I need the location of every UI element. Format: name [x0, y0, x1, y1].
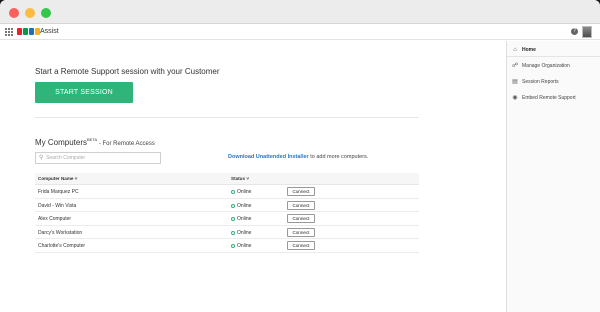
status-text: Online — [237, 243, 252, 249]
my-computers-title: My ComputersBETA - For Remote Access — [35, 137, 155, 147]
status-text: Online — [237, 229, 252, 236]
table-row: Alex Computer Online Connect — [35, 212, 419, 226]
status-indicator: Online — [231, 189, 251, 195]
connect-button[interactable]: Connect — [287, 241, 315, 250]
sidebar-item-manage-organization[interactable]: ☍ Manage Organization — [512, 60, 570, 72]
app-title: Assist — [40, 28, 59, 35]
connect-button[interactable]: Connect — [287, 214, 315, 223]
my-computers-label: My Computers — [35, 138, 88, 147]
sidebar-item-label: Embed Remote Support — [522, 95, 576, 101]
sidebar-item-home[interactable]: ⌂ Home — [512, 44, 536, 56]
table-row: Darcy's Workstation Online Connect — [35, 226, 419, 239]
online-icon — [231, 230, 235, 235]
reports-icon: ▤ — [512, 79, 518, 85]
computer-name: Frida Marquez PC — [38, 189, 79, 195]
minimize-window-button[interactable] — [25, 8, 35, 18]
table-header: Computer Name ˅ Status ˅ — [35, 173, 419, 185]
home-icon: ⌂ — [513, 47, 517, 53]
status-text: Online — [237, 189, 252, 195]
sidebar-item-embed-remote-support[interactable]: ◉ Embed Remote Support — [512, 92, 576, 104]
sidebar: ⌂ Home ☍ Manage Organization ▤ Session R… — [506, 41, 600, 312]
online-icon — [231, 203, 235, 208]
window-titlebar — [0, 0, 600, 24]
close-window-button[interactable] — [9, 8, 19, 18]
status-indicator: Online — [231, 203, 251, 209]
beta-badge: BETA — [87, 137, 98, 142]
search-computer-input[interactable]: ⚲ Search Computer — [35, 152, 161, 164]
connect-button[interactable]: Connect — [287, 200, 315, 210]
connect-button[interactable]: Connect — [287, 227, 315, 237]
table-row: Frida Marquez PC Online Connect — [35, 185, 419, 199]
status-indicator: Online — [231, 230, 251, 236]
computer-name: David - Win Vista — [38, 202, 77, 209]
online-icon — [231, 244, 235, 248]
computer-name: Darcy's Workstation — [38, 229, 83, 236]
search-placeholder: Search Computer — [46, 155, 86, 161]
remote-support-title: Start a Remote Support session with your… — [35, 67, 220, 76]
computer-name: Charlotte's Computer — [38, 243, 86, 249]
maximize-window-button[interactable] — [41, 8, 51, 18]
sidebar-item-session-reports[interactable]: ▤ Session Reports — [512, 76, 559, 88]
main-content: Start a Remote Support session with your… — [0, 41, 506, 312]
status-text: Online — [237, 202, 252, 209]
app-header: Assist ? — [0, 24, 600, 40]
online-icon — [231, 190, 235, 194]
embed-icon: ◉ — [512, 95, 518, 101]
download-installer-text: Download Unattended Installer to add mor… — [228, 154, 368, 160]
status-text: Online — [237, 216, 252, 222]
section-divider — [35, 117, 419, 118]
computers-table: Computer Name ˅ Status ˅ Frida Marquez P… — [35, 173, 419, 253]
user-avatar[interactable] — [582, 26, 592, 38]
app-grid-icon[interactable] — [5, 28, 13, 36]
status-indicator: Online — [231, 243, 251, 249]
download-installer-link[interactable]: Download Unattended Installer — [228, 154, 309, 160]
computer-name-header[interactable]: Computer Name ˅ — [38, 176, 77, 181]
computer-name: Alex Computer — [38, 216, 72, 222]
table-row: Charlotte's Computer Online Connect — [35, 239, 419, 253]
my-computers-subtitle: - For Remote Access — [97, 141, 155, 147]
zoho-logo — [17, 27, 40, 37]
start-session-button[interactable]: START SESSION — [35, 82, 133, 103]
app-window: Assist ? Start a Remote Support session … — [0, 0, 600, 312]
sidebar-item-label: Manage Organization — [522, 63, 570, 69]
organization-icon: ☍ — [512, 63, 519, 69]
sidebar-item-label: Session Reports — [522, 79, 559, 85]
search-icon: ⚲ — [39, 155, 44, 161]
download-suffix: to add more computers. — [308, 154, 369, 160]
online-icon — [231, 217, 235, 221]
sidebar-divider — [507, 56, 600, 57]
table-row: David - Win Vista Online Connect — [35, 199, 419, 212]
status-indicator: Online — [231, 216, 251, 222]
sidebar-item-label: Home — [522, 47, 536, 53]
status-header[interactable]: Status ˅ — [231, 176, 249, 181]
help-icon[interactable]: ? — [571, 28, 578, 35]
connect-button[interactable]: Connect — [287, 187, 315, 196]
